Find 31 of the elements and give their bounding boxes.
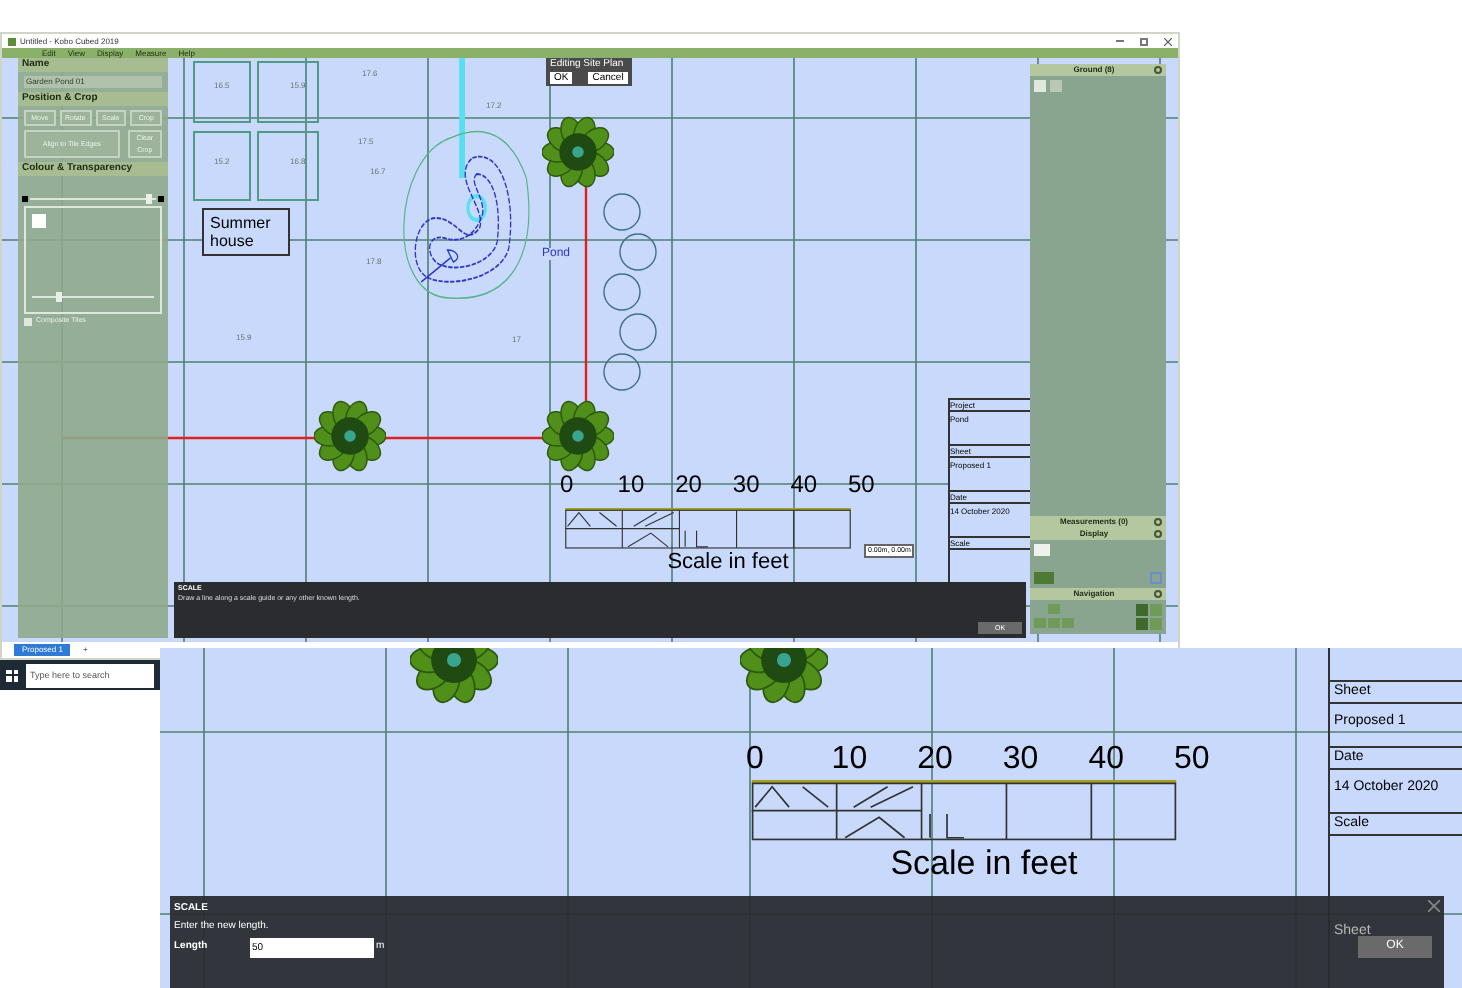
colour-swatch[interactable]: [32, 214, 46, 228]
app-logo-icon: [8, 37, 16, 45]
scale-tick-label: 0: [746, 744, 764, 776]
summer-house-label: Summer house: [202, 208, 290, 256]
close-icon[interactable]: [1164, 37, 1172, 45]
scale-tick-label: 20: [675, 472, 702, 496]
scale-tick-label: 50: [848, 472, 875, 496]
slider-thumb[interactable]: [56, 292, 63, 302]
scale-tick-label: 40: [1088, 744, 1124, 776]
close-icon[interactable]: [1428, 900, 1440, 912]
scale-tick-label: 10: [831, 744, 868, 776]
composite-checkbox[interactable]: [24, 318, 32, 326]
scale-tick-label: 40: [790, 472, 818, 496]
scale-tick-label: 30: [732, 472, 760, 496]
scale-tick-label: 20: [917, 744, 953, 776]
scale-caption: Scale in feet: [890, 841, 1078, 884]
scale-tick-label: 0: [560, 472, 574, 496]
scale-tick-label: 10: [617, 472, 645, 496]
minimize-button[interactable]: [1116, 40, 1124, 42]
solid-swatch-icon: [158, 196, 164, 202]
collapse-icon[interactable]: [1153, 590, 1162, 598]
scale-tick-label: 50: [1174, 744, 1210, 776]
scale-tick-label: 30: [1002, 744, 1039, 776]
plant-icon: [314, 400, 386, 472]
collapse-icon[interactable]: [1153, 66, 1162, 74]
plant-icon: [542, 400, 614, 472]
plant-icon: [542, 116, 614, 188]
windows-logo-icon[interactable]: [6, 669, 18, 681]
scale-caption: Scale in feet: [667, 549, 789, 577]
slider-thumb[interactable]: [145, 194, 152, 204]
maximize-button[interactable]: [1140, 37, 1148, 45]
